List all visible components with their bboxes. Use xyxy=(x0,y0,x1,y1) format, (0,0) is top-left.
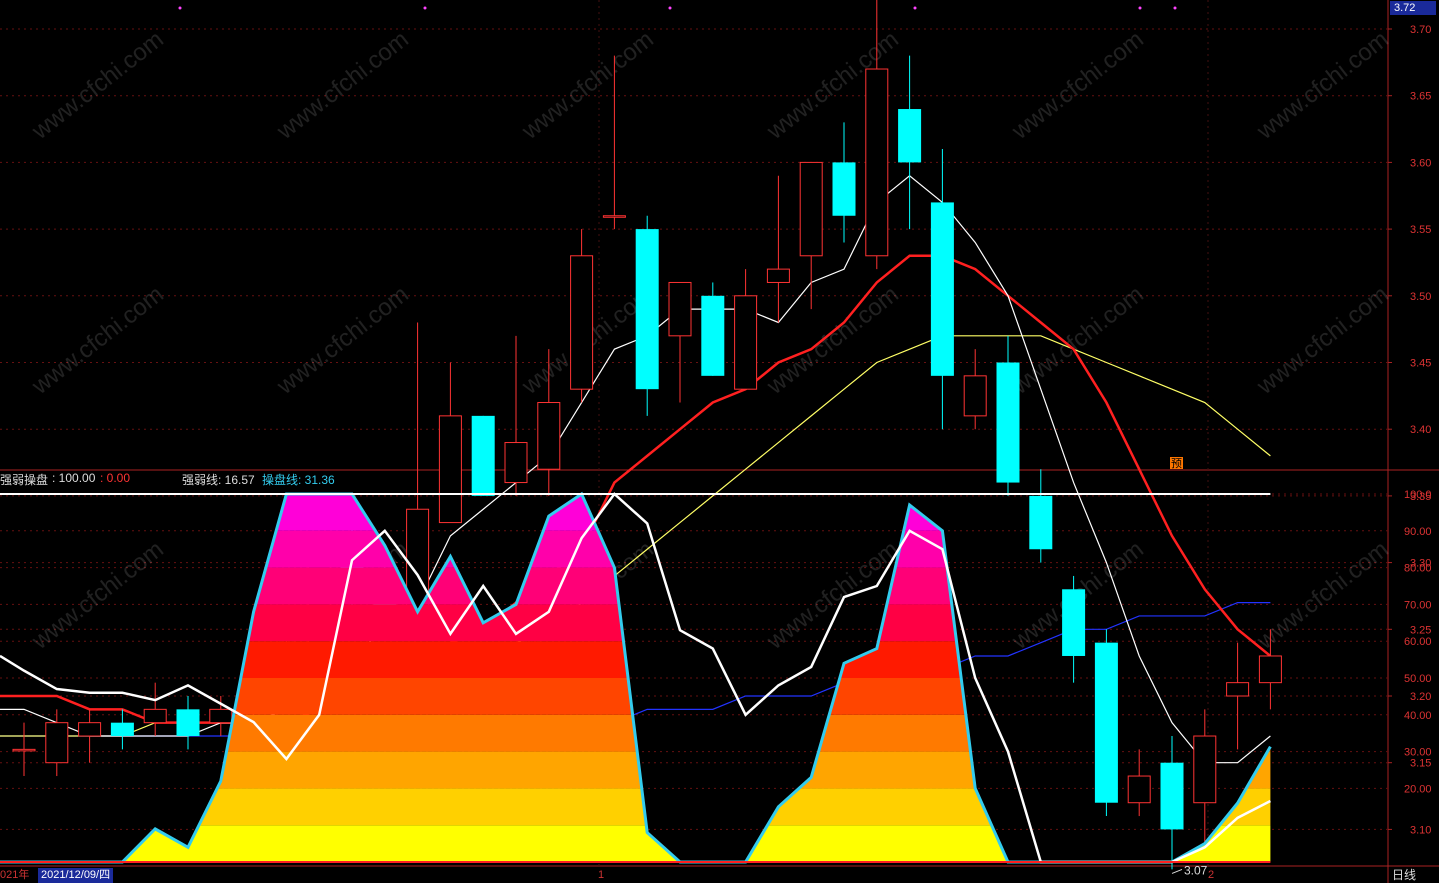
watermark-text: www.cfchi.com xyxy=(1006,281,1148,401)
candle-body xyxy=(1193,735,1217,804)
candle-body xyxy=(78,722,102,737)
low-pointer xyxy=(1171,868,1183,874)
candle-body xyxy=(865,68,889,257)
watermark-text: www.cfchi.com xyxy=(26,536,168,656)
month-label-1: 1 xyxy=(598,869,605,881)
candle-body xyxy=(799,161,823,257)
gradient-band xyxy=(0,604,1271,642)
price-tick-label: 3.20 xyxy=(1410,691,1431,703)
watermark-text: www.cfchi.com xyxy=(761,281,903,401)
gradient-band xyxy=(0,567,1271,605)
candle-body xyxy=(930,202,954,376)
candle-body xyxy=(734,295,758,390)
candle-body xyxy=(635,229,659,390)
candle-body xyxy=(1226,682,1250,697)
indicator-tick-label: 40.00 xyxy=(1404,710,1432,722)
ma20-line xyxy=(0,335,1271,737)
price-tick-label: 3.25 xyxy=(1410,624,1431,636)
candle-body xyxy=(963,375,987,417)
year-label: 021年 xyxy=(0,869,30,881)
watermark-text: www.cfchi.com xyxy=(516,26,658,146)
low-annotation: 3.07 xyxy=(1184,863,1208,877)
candle-body xyxy=(602,215,626,218)
watermark-text: www.cfchi.com xyxy=(1251,281,1393,401)
indicator-tick-label: 80.00 xyxy=(1404,563,1432,575)
indicator-tick-label: 50.00 xyxy=(1404,673,1432,685)
candle-body xyxy=(832,162,856,216)
candle-body xyxy=(110,722,134,737)
indicator-name: 强弱操盘 xyxy=(0,473,49,487)
price-tick-label: 3.45 xyxy=(1410,358,1431,370)
strength-line-label: 强弱线: 16.57 xyxy=(182,473,255,487)
candle-body xyxy=(143,708,167,724)
candle-body xyxy=(570,255,594,390)
candle-body xyxy=(1062,589,1086,656)
candle-body xyxy=(176,709,200,737)
top-marker xyxy=(668,6,672,10)
candle-body xyxy=(504,442,528,484)
grid-lines xyxy=(0,0,1439,883)
candle-body xyxy=(668,281,692,337)
watermark-text: www.cfchi.com xyxy=(271,26,413,146)
price-tick-label: 3.55 xyxy=(1410,224,1431,236)
candle-body xyxy=(537,402,561,470)
watermark-text: www.cfchi.com xyxy=(26,26,168,146)
candle-body xyxy=(1094,642,1118,803)
candle-body xyxy=(1029,495,1053,550)
price-axis: 3.703.653.603.553.503.453.403.353.303.25… xyxy=(1388,24,1432,836)
candle-body xyxy=(1258,655,1282,684)
timeframe-button[interactable]: 日线 xyxy=(1392,868,1416,883)
price-tick-label: 3.10 xyxy=(1410,824,1431,836)
moving-average-lines xyxy=(0,174,1272,764)
price-tick-label: 3.40 xyxy=(1410,424,1431,436)
pre-badge: 预 xyxy=(1171,457,1182,470)
watermark-text: www.cfchi.com xyxy=(1251,536,1393,656)
indicator-tick-label: 20.00 xyxy=(1404,783,1432,795)
watermark-text: www.cfchi.com xyxy=(271,281,413,401)
candle-body xyxy=(209,708,233,724)
candle-body xyxy=(12,748,36,752)
indicator-tick-label: 30.00 xyxy=(1404,747,1432,759)
stock-chart[interactable]: www.cfchi.com www.cfchi.com www.cfchi.com w… xyxy=(0,0,1439,883)
indicator-value-b: : 0.00 xyxy=(100,471,131,485)
candle-body xyxy=(1127,775,1151,804)
gradient-band xyxy=(0,714,1271,752)
top-marker xyxy=(423,6,427,10)
candle-body xyxy=(438,415,462,524)
top-marker xyxy=(1138,6,1142,10)
indicator-tick-label: 100.0 xyxy=(1404,489,1432,501)
price-tick-label: 3.70 xyxy=(1410,24,1431,36)
candle-body xyxy=(766,268,790,283)
current-price-tag: 3.72 xyxy=(1390,1,1436,15)
watermark-text: www.cfchi.com xyxy=(1251,26,1393,146)
watermark-text: www.cfchi.com xyxy=(1006,26,1148,146)
top-marker xyxy=(178,6,182,10)
candle-body xyxy=(996,362,1020,483)
candle-body xyxy=(45,722,69,764)
indicator-tick-label: 90.00 xyxy=(1404,526,1432,538)
watermark-text: www.cfchi.com xyxy=(26,281,168,401)
candlestick-series xyxy=(12,0,1282,870)
price-tick-label: 3.15 xyxy=(1410,758,1431,770)
ma5-line xyxy=(0,174,1271,764)
price-tick-label: 3.60 xyxy=(1410,157,1431,169)
top-marker xyxy=(1173,6,1177,10)
candle-body xyxy=(1160,762,1184,830)
price-tick-label: 3.50 xyxy=(1410,291,1431,303)
gradient-band xyxy=(0,494,1271,531)
candle-body xyxy=(898,109,922,163)
candle-body xyxy=(701,295,725,376)
indicator-tick-label: 70.00 xyxy=(1404,599,1432,611)
indicator-tick-label: 60.00 xyxy=(1404,636,1432,648)
gradient-band xyxy=(0,641,1271,678)
candle-body xyxy=(471,415,495,496)
month-label-2: 2 xyxy=(1208,869,1215,881)
indicator-value-a: : 100.00 xyxy=(52,471,96,485)
top-marker xyxy=(913,6,917,10)
operate-line-label: 操盘线: 31.36 xyxy=(262,473,335,487)
cursor-date: 2021/12/09/四 xyxy=(38,868,114,883)
price-tick-label: 3.65 xyxy=(1410,91,1431,103)
